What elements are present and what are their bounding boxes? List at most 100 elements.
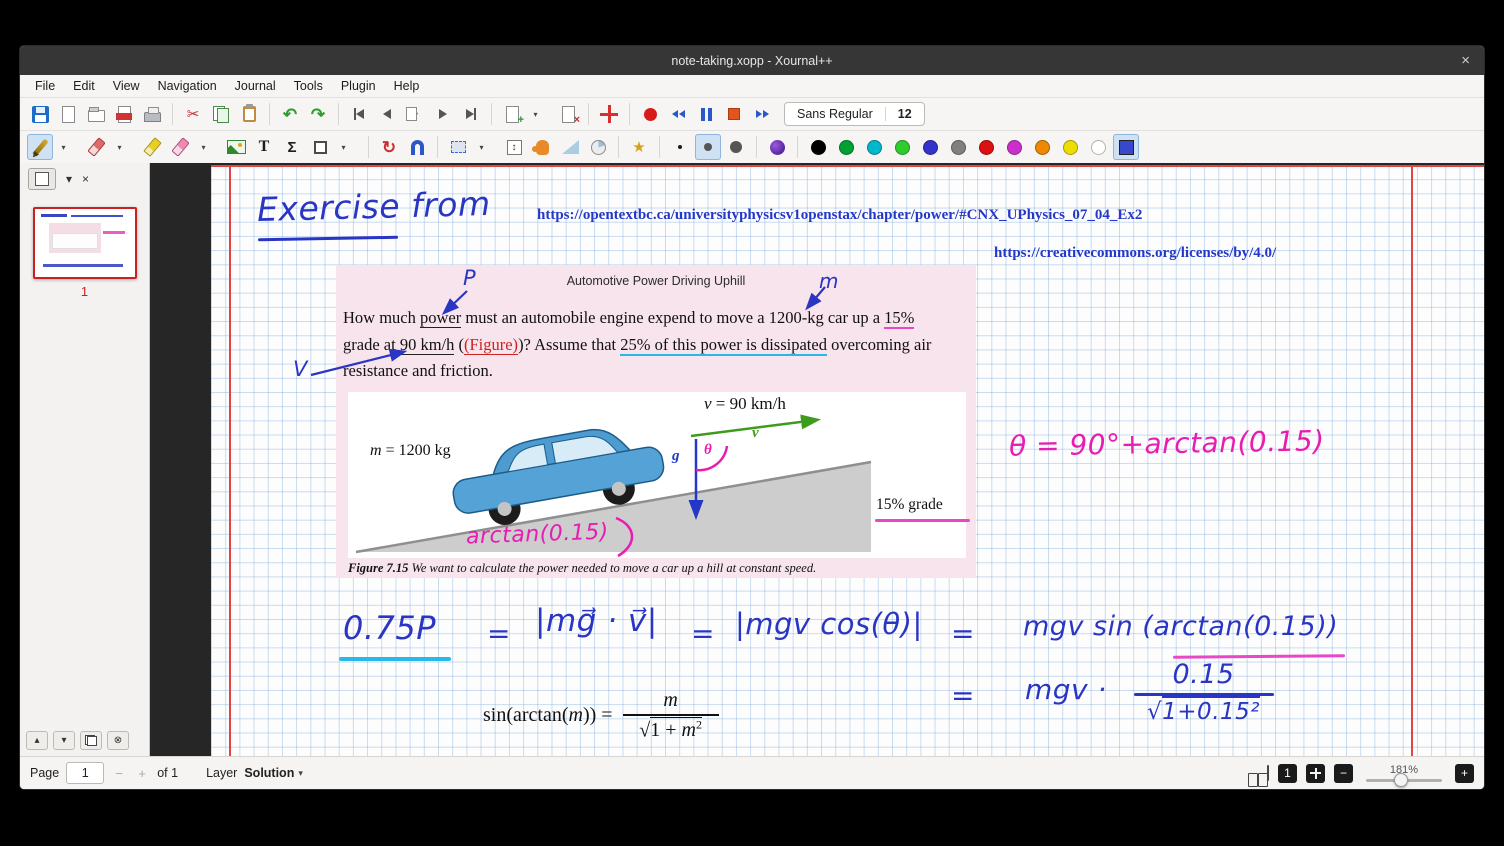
menu-file[interactable]: File	[26, 77, 64, 95]
shape-options-dropdown[interactable]: ▾	[335, 134, 361, 160]
grid-view-button[interactable]	[1306, 764, 1325, 783]
color-gray-button[interactable]	[945, 134, 971, 160]
color-green-button[interactable]	[833, 134, 859, 160]
one-page-view-button[interactable]: 1	[1278, 764, 1297, 783]
snap-magnet-button[interactable]	[404, 134, 430, 160]
font-size[interactable]: 12	[885, 107, 924, 121]
color-black-button[interactable]	[805, 134, 831, 160]
paste-button[interactable]	[236, 101, 262, 127]
color-magenta-button[interactable]	[1001, 134, 1027, 160]
source-url-text[interactable]: https://opentextbc.ca/universityphysicsv…	[537, 207, 1142, 224]
color-orange-button[interactable]	[1029, 134, 1055, 160]
redo-button[interactable]: ↷	[305, 101, 331, 127]
rect-select-dropdown[interactable]: ▾	[473, 134, 499, 160]
size-fine-button[interactable]	[667, 134, 693, 160]
next-page-button[interactable]	[430, 101, 456, 127]
layer-dropdown[interactable]: ▾	[298, 768, 308, 779]
eraser-tool-button[interactable]	[83, 134, 109, 160]
record-audio-button[interactable]	[637, 101, 663, 127]
menu-view[interactable]: View	[104, 77, 149, 95]
undo-button[interactable]: ↶	[277, 101, 303, 127]
pen-tool-button[interactable]	[27, 134, 53, 160]
license-url-text[interactable]: https://creativecommons.org/licenses/by/…	[994, 245, 1276, 262]
new-document-button[interactable]	[55, 101, 81, 127]
eraser-options-dropdown[interactable]: ▾	[111, 134, 137, 160]
font-name[interactable]: Sans Regular	[785, 107, 885, 121]
color-lightgreen-button[interactable]	[889, 134, 915, 160]
page-decrement-button[interactable]: −	[111, 763, 127, 783]
previous-page-button[interactable]	[374, 101, 400, 127]
font-selector[interactable]: Sans Regular 12	[784, 102, 925, 126]
pen-options-dropdown[interactable]: ▾	[55, 134, 81, 160]
highlighter-icon	[143, 137, 161, 157]
page-increment-button[interactable]: +	[134, 763, 150, 783]
color-white-button[interactable]	[1085, 134, 1111, 160]
delete-page-button[interactable]: ×	[555, 101, 581, 127]
export-pdf-button[interactable]	[111, 101, 137, 127]
fancy-pen-button[interactable]: ★	[626, 134, 652, 160]
zoom-slider[interactable]	[1366, 779, 1442, 782]
open-button[interactable]	[83, 101, 109, 127]
zoom-out-button[interactable]: −	[1334, 764, 1353, 783]
print-button[interactable]	[139, 101, 165, 127]
color-cyan-button[interactable]	[861, 134, 887, 160]
insert-page-dropdown[interactable]: ▾	[527, 101, 553, 127]
window-close-button[interactable]: ×	[1461, 46, 1470, 75]
color-yellow-button[interactable]	[1057, 134, 1083, 160]
dark-pen-button[interactable]	[764, 134, 790, 160]
size-thick-button[interactable]	[723, 134, 749, 160]
menu-plugin[interactable]: Plugin	[332, 77, 385, 95]
first-page-button[interactable]	[346, 101, 372, 127]
pause-icon	[701, 108, 712, 121]
highlighter-tool-button[interactable]	[139, 134, 165, 160]
color-chooser-button[interactable]	[1113, 134, 1139, 160]
vertical-space-button[interactable]: ↕	[501, 134, 527, 160]
hand-tool-button[interactable]	[529, 134, 555, 160]
highlighter-options-dropdown[interactable]: ▾	[195, 134, 221, 160]
protractor-button[interactable]	[585, 134, 611, 160]
menu-navigation[interactable]: Navigation	[149, 77, 226, 95]
layer-value[interactable]: Solution	[244, 766, 294, 780]
color-blue-button[interactable]	[917, 134, 943, 160]
rewind-button[interactable]	[665, 101, 691, 127]
size-medium-button[interactable]	[695, 134, 721, 160]
sidebar-down-button[interactable]: ▾	[53, 731, 75, 750]
pause-button[interactable]	[693, 101, 719, 127]
rect-select-button[interactable]	[445, 134, 471, 160]
insert-image-button[interactable]	[223, 134, 249, 160]
previous-page-icon	[383, 109, 391, 119]
stop-button[interactable]	[721, 101, 747, 127]
last-page-icon	[466, 109, 474, 119]
page-number-input[interactable]: 1	[66, 762, 104, 784]
save-button[interactable]	[27, 101, 53, 127]
sidebar-panel-close-button[interactable]: ⊗	[107, 731, 129, 750]
shape-recognizer-button[interactable]: ↻	[376, 134, 402, 160]
goto-page-button[interactable]: ▾	[402, 101, 428, 127]
cut-button[interactable]: ✂	[180, 101, 206, 127]
menu-journal[interactable]: Journal	[226, 77, 285, 95]
copy-button[interactable]	[208, 101, 234, 127]
zoom-slider-thumb[interactable]	[1394, 773, 1408, 787]
insert-text-button[interactable]: T	[251, 134, 277, 160]
sidebar-up-button[interactable]: ▴	[26, 731, 48, 750]
color-red-button[interactable]	[973, 134, 999, 160]
sidebar-close-button[interactable]: ×	[82, 172, 89, 186]
menu-help[interactable]: Help	[385, 77, 429, 95]
draw-shape-button[interactable]	[307, 134, 333, 160]
duplicate-page-button[interactable]	[80, 731, 102, 750]
select-text-tool-button[interactable]	[167, 134, 193, 160]
sidebar-preview-tab[interactable]	[28, 168, 56, 190]
menu-tools[interactable]: Tools	[285, 77, 332, 95]
forward-button[interactable]	[749, 101, 775, 127]
color-swatch	[839, 140, 854, 155]
zoom-in-button[interactable]: +	[1455, 764, 1474, 783]
sidebar-dropdown[interactable]: ▾	[66, 172, 72, 186]
insert-latex-button[interactable]: Σ	[279, 134, 305, 160]
menu-edit[interactable]: Edit	[64, 77, 104, 95]
last-page-button[interactable]	[458, 101, 484, 127]
insert-page-button[interactable]: +	[499, 101, 525, 127]
journal-page[interactable]: Exercise from https://opentextbc.ca/univ…	[211, 165, 1484, 756]
page-thumbnail[interactable]	[33, 207, 137, 279]
ruler-button[interactable]	[557, 134, 583, 160]
move-view-button[interactable]	[596, 101, 622, 127]
